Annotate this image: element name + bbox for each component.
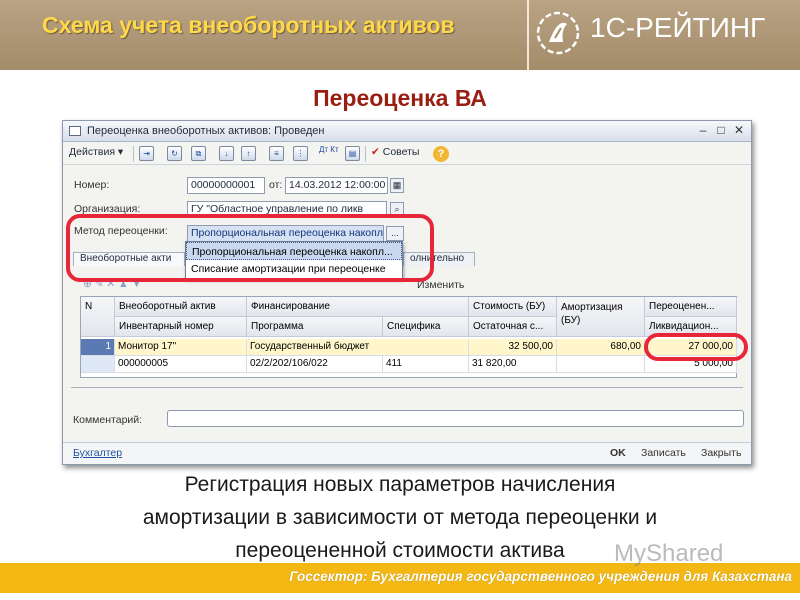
- document-icon: [69, 126, 81, 136]
- print-icon[interactable]: ▤: [345, 146, 360, 161]
- maximize-icon[interactable]: □: [713, 123, 729, 137]
- document-up-icon[interactable]: ↑: [241, 146, 256, 161]
- revalued-highlight-oval: [644, 333, 748, 361]
- table-cell-asset[interactable]: Монитор 17": [115, 339, 247, 356]
- actions-label: Действия: [69, 146, 116, 158]
- revaluation-window: Переоценка внеоборотных активов: Проведе…: [62, 120, 752, 465]
- assets-table: N Внеоборотный актив Финансирование Стои…: [80, 296, 737, 378]
- col-header-asset[interactable]: Внеоборотный актив: [115, 297, 247, 317]
- col-header-specific[interactable]: Специфика: [383, 317, 469, 337]
- structure-icon[interactable]: ⋮: [293, 146, 308, 161]
- table-row-number-filler: [81, 356, 115, 373]
- ok-button[interactable]: OK: [610, 447, 626, 459]
- caption-line-2: амортизации в зависимости от метода пере…: [142, 506, 658, 529]
- slide-header: Схема учета внеоборотных активов 1С-РЕЙТ…: [0, 0, 800, 70]
- logo-separator: [527, 0, 529, 70]
- actions-menu[interactable]: Действия ▾: [69, 146, 123, 158]
- window-title: Переоценка внеоборотных активов: Проведе…: [87, 125, 325, 137]
- method-highlight-oval: [66, 214, 434, 282]
- comment-field[interactable]: [167, 410, 744, 427]
- number-field[interactable]: 00000000001: [187, 177, 265, 194]
- calendar-icon[interactable]: ▦: [390, 178, 404, 193]
- document-down-icon[interactable]: ↓: [219, 146, 234, 161]
- window-titlebar: Переоценка внеоборотных активов: Проведе…: [63, 121, 751, 142]
- watermark: MyShared: [614, 540, 724, 567]
- col-header-n[interactable]: N: [81, 297, 115, 337]
- close-icon[interactable]: ✕: [731, 123, 747, 137]
- col-header-amortization[interactable]: Амортизация (БУ): [557, 297, 645, 337]
- logo-text: 1С-РЕЙТИНГ: [590, 12, 766, 43]
- col-header-financing[interactable]: Финансирование: [247, 297, 469, 317]
- table-cell-empty[interactable]: [557, 356, 645, 373]
- check-icon: ✔: [371, 146, 380, 158]
- refresh-icon[interactable]: ↻: [167, 146, 182, 161]
- col-header-program[interactable]: Программа: [247, 317, 383, 337]
- comment-label: Комментарий:: [73, 414, 143, 426]
- toolbar-separator: [133, 146, 134, 162]
- table-cell-program[interactable]: 02/2/202/106/022: [247, 356, 383, 373]
- toolbar-separator-2: [365, 146, 366, 162]
- accountant-link[interactable]: Бухгалтер: [73, 447, 122, 459]
- save-button[interactable]: Записать: [641, 447, 686, 459]
- table-cell-inventory[interactable]: 000000005: [115, 356, 247, 373]
- col-header-inventory[interactable]: Инвентарный номер: [115, 317, 247, 337]
- table-cell-cost[interactable]: 32 500,00: [469, 339, 557, 356]
- save-post-icon[interactable]: ⇥: [139, 146, 154, 161]
- dtkt-button[interactable]: Дт Кт: [319, 146, 339, 154]
- table-cell-specific[interactable]: 411: [383, 356, 469, 373]
- advice-label: Советы: [382, 146, 420, 158]
- date-field[interactable]: 14.03.2012 12:00:00: [285, 177, 388, 194]
- number-label: Номер:: [74, 179, 110, 191]
- date-label: от:: [269, 179, 283, 191]
- table-cell-financing[interactable]: Государственный бюджет: [247, 339, 469, 356]
- table-row-number[interactable]: 1: [81, 339, 115, 356]
- rating-logo-icon: [536, 11, 580, 55]
- col-header-revalued[interactable]: Переоценен...: [645, 297, 737, 317]
- section-title: Переоценка ВА: [313, 85, 487, 111]
- tabs-baseline: [71, 387, 743, 388]
- dtkt-label: Дт Кт: [319, 145, 339, 154]
- col-header-cost[interactable]: Стоимость (БУ): [469, 297, 557, 317]
- copy-icon[interactable]: ⧉: [191, 146, 206, 161]
- table-cell-amortization[interactable]: 680,00: [557, 339, 645, 356]
- footer-text: Госсектор: Бухгалтерия государственного …: [289, 569, 792, 584]
- slide-header-title: Схема учета внеоборотных активов: [42, 12, 455, 38]
- col-header-residual[interactable]: Остаточная с...: [469, 317, 557, 337]
- window-toolbar: Действия ▾ ⇥ ↻ ⧉ ↓ ↑ ≡ ⋮ Дт Кт ▤ ✔ Совет…: [63, 143, 751, 165]
- window-statusbar: Бухгалтер OK Записать Закрыть: [63, 442, 751, 464]
- advice-button[interactable]: ✔ Советы: [371, 146, 419, 158]
- minimize-icon[interactable]: –: [695, 123, 711, 137]
- table-cell-residual[interactable]: 31 820,00: [469, 356, 557, 373]
- help-icon[interactable]: ?: [433, 146, 449, 162]
- caption-line-1: Регистрация новых параметров начисления: [184, 473, 616, 496]
- close-button[interactable]: Закрыть: [701, 447, 741, 459]
- list-icon[interactable]: ≡: [269, 146, 284, 161]
